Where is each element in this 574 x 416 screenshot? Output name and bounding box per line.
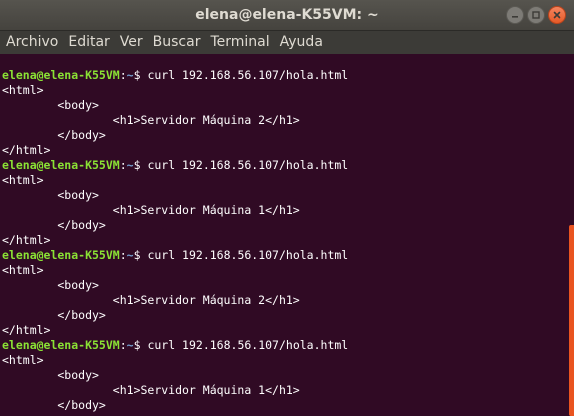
output-line: </html> [2,323,51,337]
minimize-icon [512,16,518,18]
maximize-icon [532,11,540,19]
output-line: <html> [2,263,44,277]
command-text: curl 192.168.56.107/hola.html [147,248,349,262]
prompt-symbol: $ [133,338,148,352]
output-line: </html> [2,233,51,247]
prompt-path: ~ [126,248,134,262]
prompt-separator: : [119,68,127,82]
output-line: </body> [2,128,106,142]
menu-buscar[interactable]: Buscar [153,31,201,54]
output-line: <body> [2,98,99,112]
command-text: curl 192.168.56.107/hola.html [147,68,349,82]
menu-terminal[interactable]: Terminal [210,31,269,54]
title-bar[interactable]: elena@elena-K55VM: ~ [0,0,574,31]
scrollbar-thumb[interactable] [569,225,574,416]
output-line: <h1>Servidor Máquina 2</h1> [2,113,300,127]
prompt-separator: : [119,158,127,172]
output-line: <h1>Servidor Máquina 1</h1> [2,383,300,397]
prompt-line: elena@elena-K55VM:~$ curl 192.168.56.107… [2,158,566,173]
output-line: <body> [2,188,99,202]
maximize-button[interactable] [527,6,545,24]
prompt-line: elena@elena-K55VM:~$ curl 192.168.56.107… [2,68,566,83]
prompt-symbol: $ [133,248,148,262]
output-line: <html> [2,353,44,367]
prompt-user: elena@elena-K55VM [2,338,120,352]
output-line: <html> [2,173,44,187]
output-line: <body> [2,278,99,292]
menu-editar[interactable]: Editar [68,31,109,54]
close-icon [553,11,561,19]
output-line: </body> [2,308,106,322]
output-line: <html> [2,83,44,97]
prompt-user: elena@elena-K55VM [2,248,120,262]
output-line: <h1>Servidor Máquina 2</h1> [2,293,300,307]
output-line: </html> [2,143,51,157]
menu-ayuda[interactable]: Ayuda [280,31,323,54]
menu-archivo[interactable]: Archivo [6,31,58,54]
prompt-separator: : [119,338,127,352]
prompt-path: ~ [126,68,134,82]
prompt-symbol: $ [133,68,148,82]
command-text: curl 192.168.56.107/hola.html [147,338,349,352]
minimize-button[interactable] [506,6,524,24]
prompt-separator: : [119,248,127,262]
output-line: </body> [2,398,106,412]
output-line: </body> [2,218,106,232]
prompt-symbol: $ [133,158,148,172]
output-line: <h1>Servidor Máquina 1</h1> [2,203,300,217]
window-controls [506,6,566,24]
menu-ver[interactable]: Ver [120,31,143,54]
output-line: <body> [2,368,99,382]
prompt-user: elena@elena-K55VM [2,158,120,172]
menu-bar: Archivo Editar Ver Buscar Terminal Ayuda [0,31,574,54]
command-text: curl 192.168.56.107/hola.html [147,158,349,172]
prompt-path: ~ [126,158,134,172]
prompt-line: elena@elena-K55VM:~$ curl 192.168.56.107… [2,338,566,353]
terminal-window: elena@elena-K55VM: ~ Archivo Editar Ver [0,0,574,416]
prompt-line: elena@elena-K55VM:~$ curl 192.168.56.107… [2,248,566,263]
prompt-path: ~ [126,338,134,352]
prompt-user: elena@elena-K55VM [2,68,120,82]
close-button[interactable] [548,6,566,24]
terminal-output[interactable]: elena@elena-K55VM:~$ curl 192.168.56.107… [0,54,566,416]
window-title: elena@elena-K55VM: ~ [195,7,379,23]
